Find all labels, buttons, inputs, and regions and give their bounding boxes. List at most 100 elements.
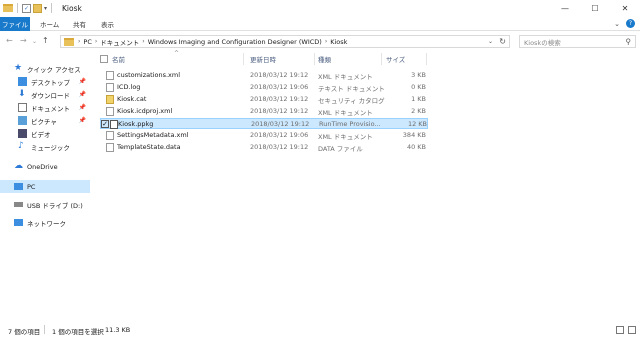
file-type: XML ドキュメント	[318, 73, 373, 81]
checkbox-icon[interactable]	[100, 54, 108, 63]
data-file-icon	[106, 143, 114, 152]
cloud-icon: ☁	[14, 161, 23, 171]
tab-file[interactable]: ファイル	[0, 17, 30, 31]
file-type: RunTime Provisio...	[319, 120, 381, 128]
large-icons-view-icon[interactable]	[628, 326, 636, 334]
breadcrumb-separator[interactable]: ›	[95, 38, 97, 45]
tab-view[interactable]: 表示	[101, 17, 114, 31]
item-count: 7 個の項目	[8, 328, 41, 336]
details-view-icon[interactable]	[616, 326, 624, 334]
file-size: 40 KB	[406, 143, 426, 151]
sidebar-item-documents[interactable]: ドキュメント 📌	[0, 101, 90, 114]
search-icon[interactable]: ⚲	[626, 37, 632, 46]
refresh-icon[interactable]: ↻	[499, 37, 506, 46]
checkbox-checked-icon[interactable]: ✓	[101, 120, 109, 128]
table-row[interactable]: Kiosk.icdproj.xml 2018/03/12 19:12 XML ド…	[100, 106, 428, 117]
document-icon	[18, 103, 27, 112]
chevron-down-icon[interactable]: ⌄	[614, 20, 620, 28]
column-header-type[interactable]: 種類	[318, 52, 331, 65]
sidebar-item-usb-drive[interactable]: USB ドライブ (D:)	[0, 198, 90, 211]
sidebar-item-label: ネットワーク	[27, 219, 66, 228]
recent-locations-icon[interactable]: ⌄	[32, 38, 37, 45]
search-input[interactable]: Kioskの検索 ⚲	[519, 35, 636, 48]
file-date: 2018/03/12 19:12	[250, 107, 309, 115]
breadcrumb-documents[interactable]: ドキュメント	[100, 37, 139, 47]
column-divider[interactable]	[243, 53, 244, 65]
column-divider[interactable]	[381, 53, 382, 65]
sidebar-item-desktop[interactable]: デスクトップ 📌	[0, 75, 90, 88]
select-all-checkbox[interactable]	[100, 52, 108, 65]
column-divider[interactable]	[314, 53, 315, 65]
minimize-button[interactable]: —	[550, 0, 580, 17]
tab-home[interactable]: ホーム	[40, 17, 59, 31]
column-header-name[interactable]: 名前	[112, 52, 125, 65]
sidebar-item-label: ビデオ	[31, 130, 51, 139]
table-row[interactable]: TemplateState.data 2018/03/12 19:12 DATA…	[100, 142, 428, 153]
sidebar-item-downloads[interactable]: ⬇ ダウンロード 📌	[0, 88, 90, 101]
divider	[51, 3, 53, 13]
breadcrumb-separator[interactable]: ›	[78, 38, 80, 45]
pin-icon[interactable]: 📌	[79, 78, 86, 85]
table-row[interactable]: SettingsMetadata.xml 2018/03/12 19:06 XM…	[100, 130, 428, 141]
navigation-bar: ← → ⌄ ↑ › PC › ドキュメント › Windows Imaging …	[0, 33, 640, 50]
file-date: 2018/03/12 19:06	[250, 131, 309, 139]
pin-icon[interactable]: 📌	[79, 91, 86, 98]
window-title: Kiosk	[62, 4, 82, 13]
file-type: セキュリティ カタログ	[318, 97, 385, 105]
properties-icon[interactable]: ✓	[22, 3, 31, 13]
text-file-icon	[106, 83, 114, 92]
close-button[interactable]: ✕	[610, 0, 640, 17]
ribbon: ファイル ホーム 共有 表示 ⌄ ?	[0, 17, 640, 31]
file-size: 384 KB	[402, 131, 426, 139]
status-bar: 7 個の項目 1 個の項目を選択 11.3 KB	[0, 320, 640, 338]
table-row[interactable]: customizations.xml 2018/03/12 19:12 XML …	[100, 70, 428, 81]
breadcrumb-kiosk[interactable]: Kiosk	[330, 38, 347, 46]
music-icon: ♪	[18, 141, 24, 151]
pin-icon[interactable]: 📌	[79, 104, 86, 111]
package-file-icon	[110, 120, 118, 129]
file-date: 2018/03/12 19:12	[250, 95, 309, 103]
sidebar-item-network[interactable]: ネットワーク	[0, 216, 90, 229]
table-row[interactable]: Kiosk.cat 2018/03/12 19:12 セキュリティ カタログ 1…	[100, 94, 428, 105]
table-row[interactable]: ICD.log 2018/03/12 19:06 テキスト ドキュメント 0 K…	[100, 82, 428, 93]
sidebar-item-label: USB ドライブ (D:)	[27, 201, 83, 210]
breadcrumb-wicd[interactable]: Windows Imaging and Configuration Design…	[148, 38, 322, 46]
sidebar-item-videos[interactable]: ビデオ	[0, 127, 90, 140]
up-arrow-icon[interactable]: ↑	[42, 36, 49, 45]
customize-toolbar-icon[interactable]: ▾	[44, 5, 47, 12]
xml-file-icon	[106, 131, 114, 140]
breadcrumb-separator[interactable]: ›	[325, 38, 327, 45]
breadcrumb-pc[interactable]: PC	[83, 38, 91, 46]
sidebar-item-label: ミュージック	[31, 143, 70, 152]
back-arrow-icon[interactable]: ←	[6, 36, 13, 45]
help-icon[interactable]: ?	[626, 19, 635, 28]
file-list: ^ 名前 更新日時 種類 サイズ customizations.xml 2018…	[96, 50, 640, 317]
xml-file-icon	[106, 107, 114, 116]
sidebar-item-label: PC	[27, 182, 36, 191]
file-size: 2 KB	[411, 107, 426, 115]
table-row-selected[interactable]: ✓ Kiosk.ppkg 2018/03/12 19:12 RunTime Pr…	[100, 118, 428, 129]
address-bar[interactable]: › PC › ドキュメント › Windows Imaging and Conf…	[60, 35, 510, 48]
selection-size: 11.3 KB	[105, 326, 131, 334]
new-folder-icon[interactable]	[33, 3, 42, 13]
star-icon: ★	[14, 63, 23, 73]
sidebar-item-onedrive[interactable]: ☁ OneDrive	[0, 160, 90, 173]
file-size: 1 KB	[411, 95, 426, 103]
sidebar-item-label: ドキュメント	[31, 104, 70, 113]
column-divider[interactable]	[426, 53, 427, 65]
sidebar-item-pc[interactable]: PC	[0, 180, 90, 193]
computer-icon	[14, 183, 23, 190]
sidebar-item-pictures[interactable]: ピクチャ 📌	[0, 114, 90, 127]
column-header-size[interactable]: サイズ	[386, 52, 405, 65]
tab-share[interactable]: 共有	[73, 17, 86, 31]
pin-icon[interactable]: 📌	[79, 117, 86, 124]
file-name: TemplateState.data	[117, 143, 181, 151]
chevron-down-icon[interactable]: ⌄	[488, 38, 493, 45]
sidebar-item-quick-access[interactable]: ★ クイック アクセス	[0, 62, 90, 75]
maximize-button[interactable]: ☐	[580, 0, 610, 17]
sidebar-item-music[interactable]: ♪ ミュージック	[0, 140, 90, 153]
file-date: 2018/03/12 19:12	[251, 120, 310, 128]
forward-arrow-icon[interactable]: →	[20, 36, 27, 45]
column-header-date[interactable]: 更新日時	[250, 52, 276, 65]
breadcrumb-separator[interactable]: ›	[142, 38, 144, 45]
